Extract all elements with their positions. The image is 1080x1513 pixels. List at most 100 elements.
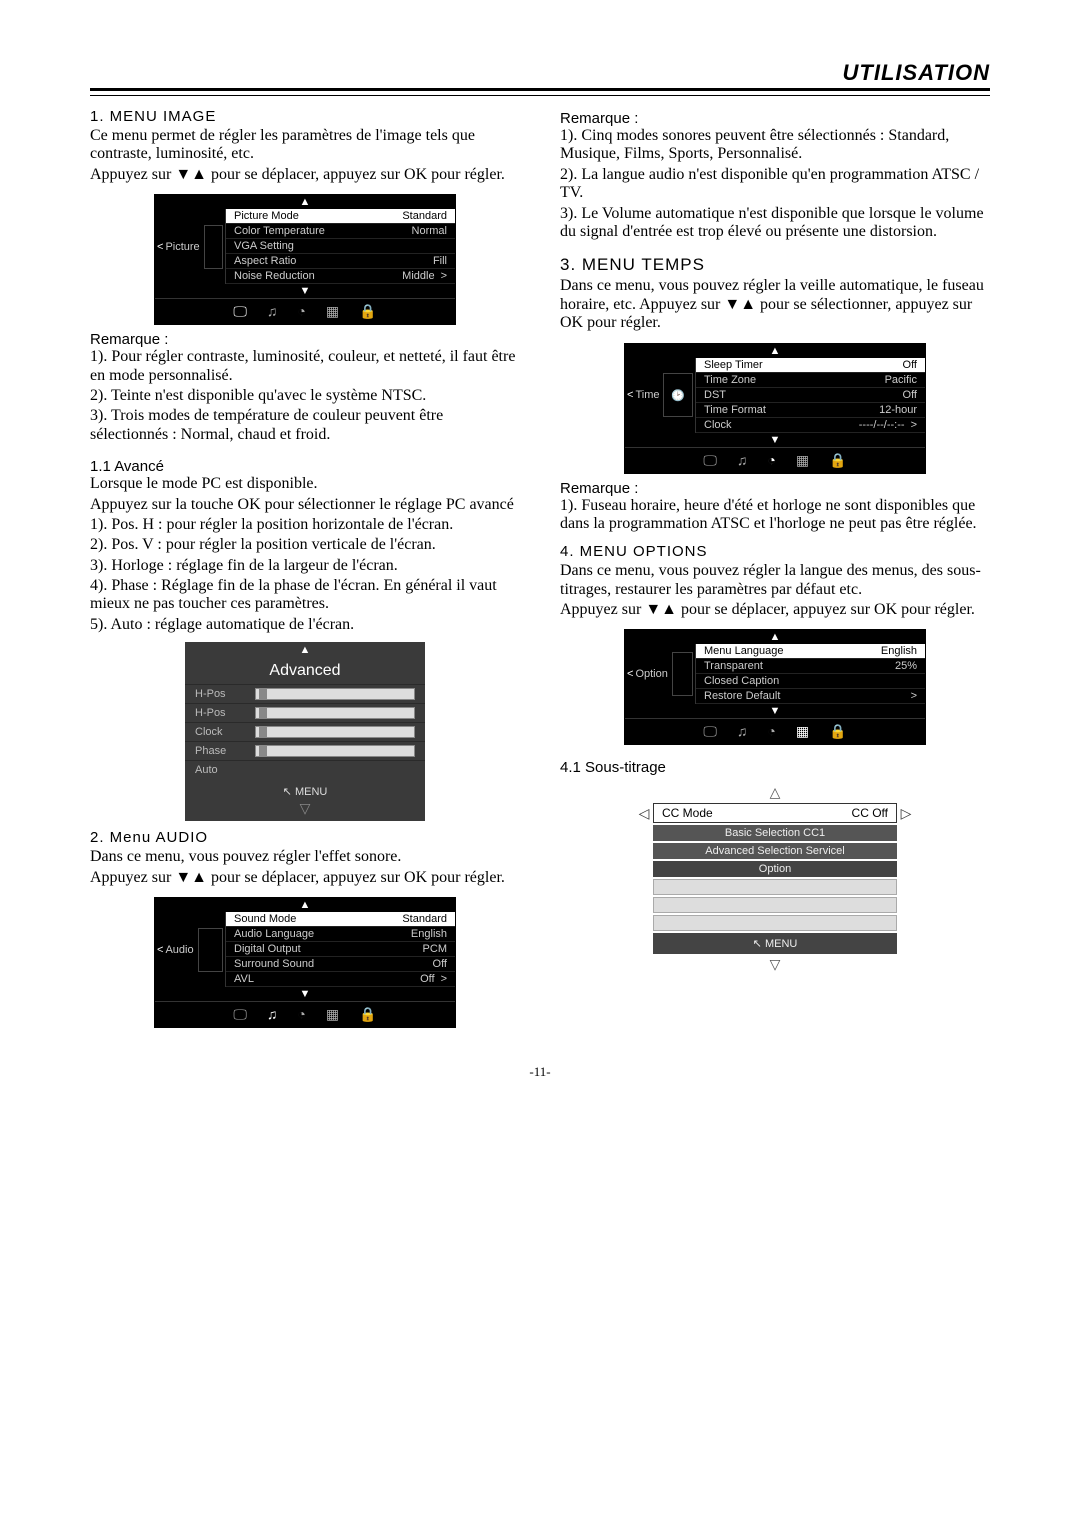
clock-icon: ◔ [767,723,775,740]
osd-row[interactable]: Noise ReductionMiddle> [226,269,455,284]
section-time-title: 3. MENU TEMPS [560,255,990,275]
osd-row-value: Fill [433,255,447,267]
slider-knob[interactable] [259,688,267,700]
lock-icon: 🔒 [829,452,846,469]
osd-row-label: Time Format [704,404,766,416]
lock-icon: 🔒 [359,303,376,320]
slider-track[interactable] [255,745,415,757]
osd-row[interactable]: Time ZonePacific [696,373,925,388]
chevron-left-icon[interactable]: ◁ [635,805,653,822]
osd-advanced: ▲ Advanced H-Pos H-Pos Clock Phase Auto … [185,642,425,821]
osd-row-value: Off [903,389,917,401]
osd-icon-strip: 🖵 ♫ ◔ ▦ 🔒 [155,1001,455,1027]
options-p1: Dans ce menu, vous pouvez régler la lang… [560,562,990,599]
osd-row[interactable]: Audio LanguageEnglish [226,927,455,942]
osd-row-label: Time Zone [704,374,756,386]
cc-row[interactable]: Option [653,861,897,877]
osd-up-arrow-icon: ▲ [185,642,425,658]
osd-row[interactable]: Menu LanguageEnglish [696,644,925,659]
image-desc-1: Ce menu permet de régler les paramètres … [90,127,520,164]
tv-icon: 🖵 [703,723,717,740]
cc-empty-row [653,915,897,931]
music-icon: ♫ [737,452,748,469]
osd-row[interactable]: Transparent25% [696,659,925,674]
slider-track[interactable] [255,726,415,738]
osd-row-value: Middle [402,270,434,282]
osd-row[interactable]: Digital OutputPCM [226,942,455,957]
menu-back-label[interactable]: MENU [653,933,897,954]
osd-row-value: Off [903,359,917,371]
osd-category-label: Picture [165,241,199,253]
osd-up-arrow-icon: ▲ [155,898,455,912]
slider-knob[interactable] [259,726,267,738]
audio-remark-1: 1). Cinq modes sonores peuvent être séle… [560,127,990,164]
osd-row-value: Standard [402,913,447,925]
slider-label: Clock [195,726,255,738]
section-audio-title: 2. Menu AUDIO [90,829,520,846]
osd-category-label: Time [635,389,659,401]
osd-row[interactable]: Sleep Timer Off [696,358,925,373]
osd-row-label: Picture Mode [234,210,299,222]
osd-row[interactable]: Color TemperatureNormal [226,224,455,239]
audio-p1: Dans ce menu, vous pouvez régler l'effet… [90,848,520,866]
section-image-title: 1. MENU IMAGE [90,108,520,125]
cc-mode-label: CC Mode [662,806,713,820]
tv-icon: 🖵 [233,1006,247,1023]
rule-thin [90,95,990,96]
slider-knob[interactable] [259,745,267,757]
slider-row[interactable]: Phase [185,741,425,760]
cc-row[interactable]: Advanced Selection Servicel [653,843,897,859]
section-advanced-title: 1.1 Avancé [90,458,520,475]
cc-mode-value: CC Off [852,806,888,820]
chevron-right-icon[interactable]: ▷ [897,805,915,822]
osd-row[interactable]: Closed Caption [696,674,925,689]
time-remark-1: 1). Fuseau horaire, heure d'été et horlo… [560,497,990,534]
advanced-l2: 2). Pos. V : pour régler la position ver… [90,536,520,554]
slider-row[interactable]: Clock [185,722,425,741]
clock-icon: ◔ [297,303,305,320]
slider-row[interactable]: Auto [185,760,425,779]
osd-options: ▲ < Option Menu LanguageEnglish Transpar… [624,629,926,745]
chevron-left-icon: < [157,241,163,253]
osd-row[interactable]: Time Format12-hour [696,403,925,418]
image-remark-2: 2). Teinte n'est disponible qu'avec le s… [90,387,520,405]
osd-row-label: Sound Mode [234,913,296,925]
osd-row-value: Off [433,958,447,970]
audio-remark-title: Remarque : [560,110,990,127]
osd-row-label: Sleep Timer [704,359,763,371]
osd-cc: △ ◁ CC Mode CC Off ▷ Basic Selection CC1… [635,782,915,975]
chevron-right-icon: > [441,973,447,985]
osd-row[interactable]: Clock----/--/--:--> [696,418,925,433]
slider-label: Phase [195,745,255,757]
osd-row[interactable]: VGA Setting [226,239,455,254]
cc-row[interactable]: Basic Selection CC1 [653,825,897,841]
osd-down-arrow-icon: ▽ [635,954,915,975]
osd-row[interactable]: AVLOff> [226,972,455,987]
grid-icon: ▦ [326,1006,339,1023]
page-title: UTILISATION [90,60,990,86]
osd-row[interactable]: Aspect RatioFill [226,254,455,269]
osd-row[interactable]: Surround SoundOff [226,957,455,972]
time-icon: 🕑 [663,373,693,417]
lock-icon: 🔒 [829,723,846,740]
osd-row[interactable]: Picture ModeStandard [226,209,455,224]
slider-track[interactable] [255,688,415,700]
rule-thick [90,88,990,91]
slider-knob[interactable] [259,707,267,719]
slider-row[interactable]: H-Pos [185,684,425,703]
tv-icon: 🖵 [703,452,717,469]
slider-row[interactable]: H-Pos [185,703,425,722]
cc-empty-row [653,879,897,895]
osd-row[interactable]: DSTOff [696,388,925,403]
osd-row[interactable]: Sound Mode Standard [226,912,455,927]
osd-picture: ▲ < Picture Picture ModeStandard Color T… [154,194,456,325]
osd-icon-strip: 🖵 ♫ ◔ ▦ 🔒 [625,718,925,744]
image-desc-2: Appuyez sur ▼▲ pour se déplacer, appuyez… [90,166,520,184]
cc-mode-row[interactable]: CC Mode CC Off [653,803,897,823]
osd-row[interactable]: Restore Default> [696,689,925,704]
menu-back-label[interactable]: MENU [185,779,425,800]
osd-row-value: English [881,645,917,657]
slider-track[interactable] [255,707,415,719]
clock-icon: ◔ [297,1006,305,1023]
page-number: -11- [90,1064,990,1080]
